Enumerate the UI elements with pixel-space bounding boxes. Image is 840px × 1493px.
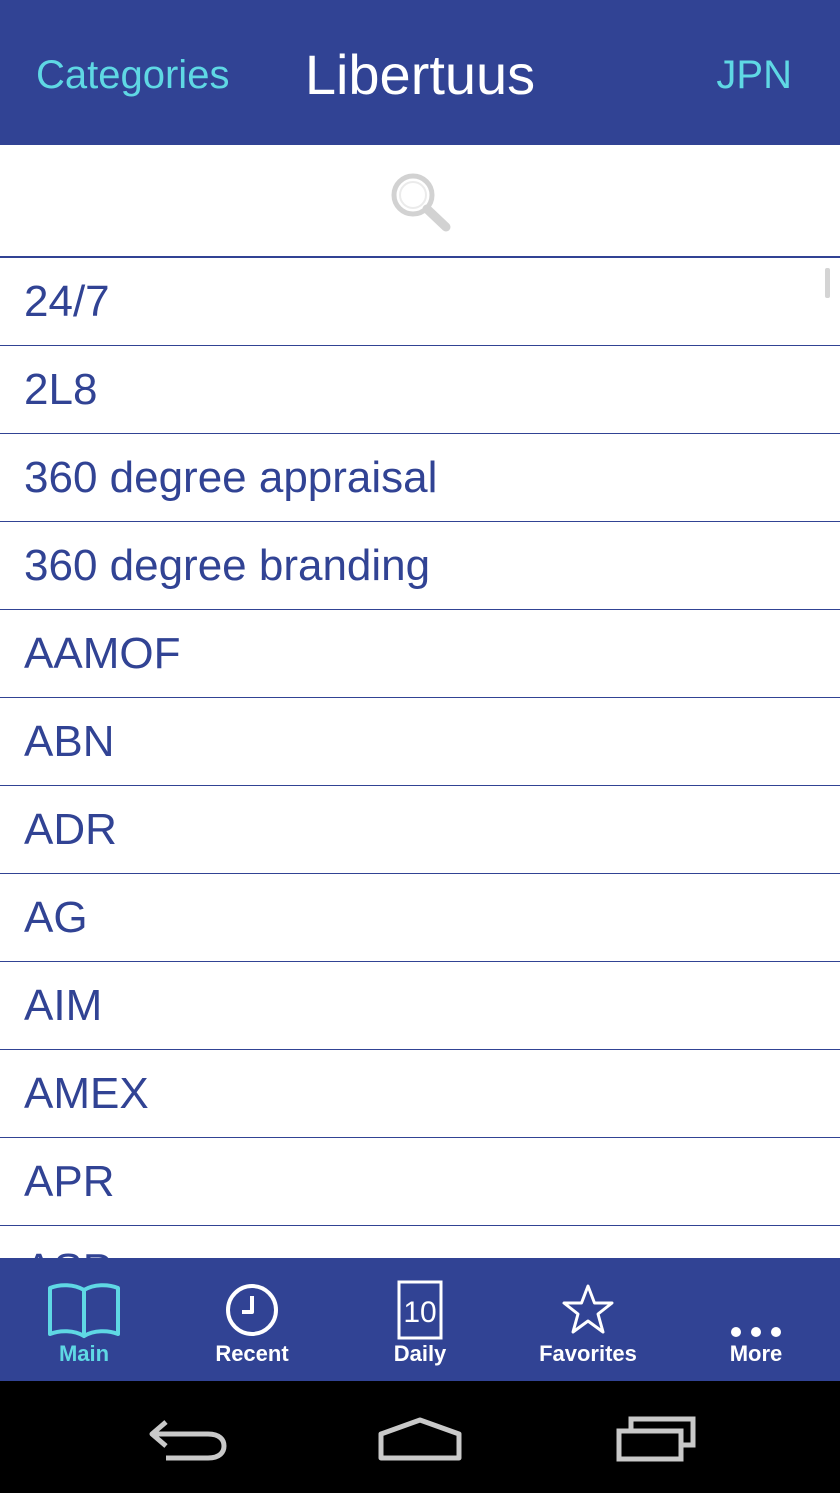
tab-favorites[interactable]: Favorites [504, 1258, 672, 1381]
tab-main-label: Main [58, 1341, 110, 1366]
language-button[interactable]: JPN [716, 50, 792, 100]
calendar-10-icon: 10 [336, 1268, 504, 1352]
tab-more-label: More [729, 1341, 783, 1366]
app-header: Categories Libertuus JPN [0, 0, 840, 145]
tab-recent[interactable]: Recent [168, 1258, 336, 1381]
more-icon [672, 1268, 840, 1352]
book-icon [0, 1268, 168, 1352]
recent-apps-icon[interactable] [608, 1408, 704, 1470]
list-item[interactable]: AAMOF [0, 610, 840, 698]
list-item[interactable]: ADR [0, 786, 840, 874]
app-title: Libertuus [304, 43, 536, 106]
list-item[interactable]: 2L8 [0, 346, 840, 434]
star-icon [504, 1268, 672, 1352]
daily-icon-number: 10 [403, 1296, 436, 1329]
term-list[interactable]: 24/7 2L8 360 degree appraisal 360 degree br… [0, 258, 840, 1258]
tab-favorites-label: Favorites [539, 1341, 637, 1366]
home-icon[interactable] [372, 1408, 468, 1470]
tab-recent-label: Recent [215, 1341, 289, 1366]
tab-main[interactable]: Main [0, 1258, 168, 1381]
list-item[interactable]: ASP [0, 1226, 840, 1259]
list-item[interactable]: ABN [0, 698, 840, 786]
list-item[interactable]: 360 degree appraisal [0, 434, 840, 522]
list-item[interactable]: APR [0, 1138, 840, 1226]
tab-bar: Main Recent 10 Daily Favorites More [0, 1258, 840, 1381]
clock-icon [168, 1268, 336, 1352]
back-icon[interactable] [140, 1408, 236, 1470]
list-item[interactable]: AIM [0, 962, 840, 1050]
tab-daily-label: Daily [393, 1341, 447, 1366]
list-item[interactable]: AG [0, 874, 840, 962]
list-item[interactable]: 24/7 [0, 258, 840, 346]
search-icon[interactable] [386, 170, 456, 236]
scrollbar[interactable] [825, 268, 830, 298]
list-item[interactable]: 360 degree branding [0, 522, 840, 610]
list-item[interactable]: AMEX [0, 1050, 840, 1138]
tab-more[interactable]: More [672, 1258, 840, 1381]
tab-daily[interactable]: 10 Daily [336, 1258, 504, 1381]
